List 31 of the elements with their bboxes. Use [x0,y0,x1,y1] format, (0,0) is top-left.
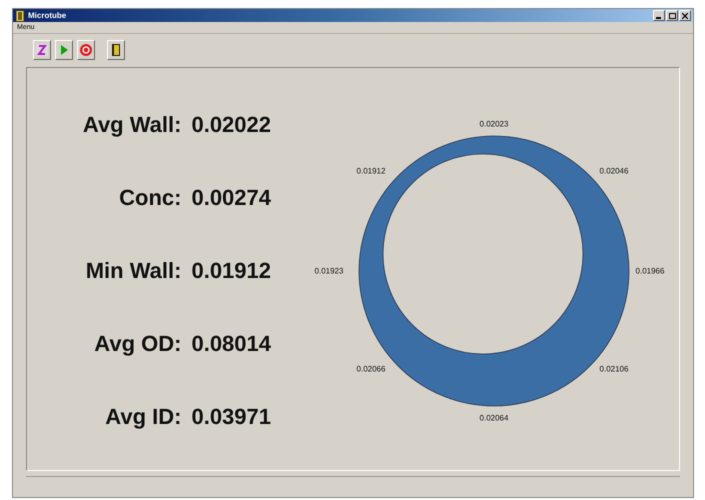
play-button[interactable] [55,40,73,60]
zero-button[interactable] [33,40,51,60]
close-button[interactable] [679,10,691,21]
minimize-button[interactable] [653,10,665,21]
wall-reading-label: 0.02066 [356,364,386,374]
stop-button[interactable] [77,40,95,60]
app-icon [15,10,25,22]
wall-reading-label: 0.02046 [600,166,628,176]
metric-label: Avg OD: [94,331,182,357]
metric-value: 0.00274 [191,185,271,211]
metric-value: 0.02022 [191,112,271,138]
wall-reading-label: 0.02064 [480,414,508,422]
wall-reading-label: 0.01912 [356,166,386,176]
wall-reading-label: 0.01966 [636,266,664,276]
metric-value: 0.01912 [191,258,271,284]
window-title: Microtube [28,11,66,20]
metric-value: 0.03971 [191,404,271,430]
close-icon [682,12,688,18]
metric-label: Min Wall: [86,258,182,284]
stop-icon [78,42,94,58]
metric-label: Conc: [119,185,182,211]
wall-reading-label: 0.01923 [314,266,344,276]
wall-reading-label: 0.02106 [600,364,628,374]
zero-icon [34,42,50,58]
metric-label: Avg Wall: [82,112,182,138]
door-button[interactable] [107,40,125,60]
wall-reading-label: 0.02023 [480,120,508,128]
maximize-icon [668,12,676,18]
metric-label: Avg ID: [105,404,182,430]
maximize-button[interactable] [666,10,678,21]
metric-value: 0.08014 [191,331,271,357]
